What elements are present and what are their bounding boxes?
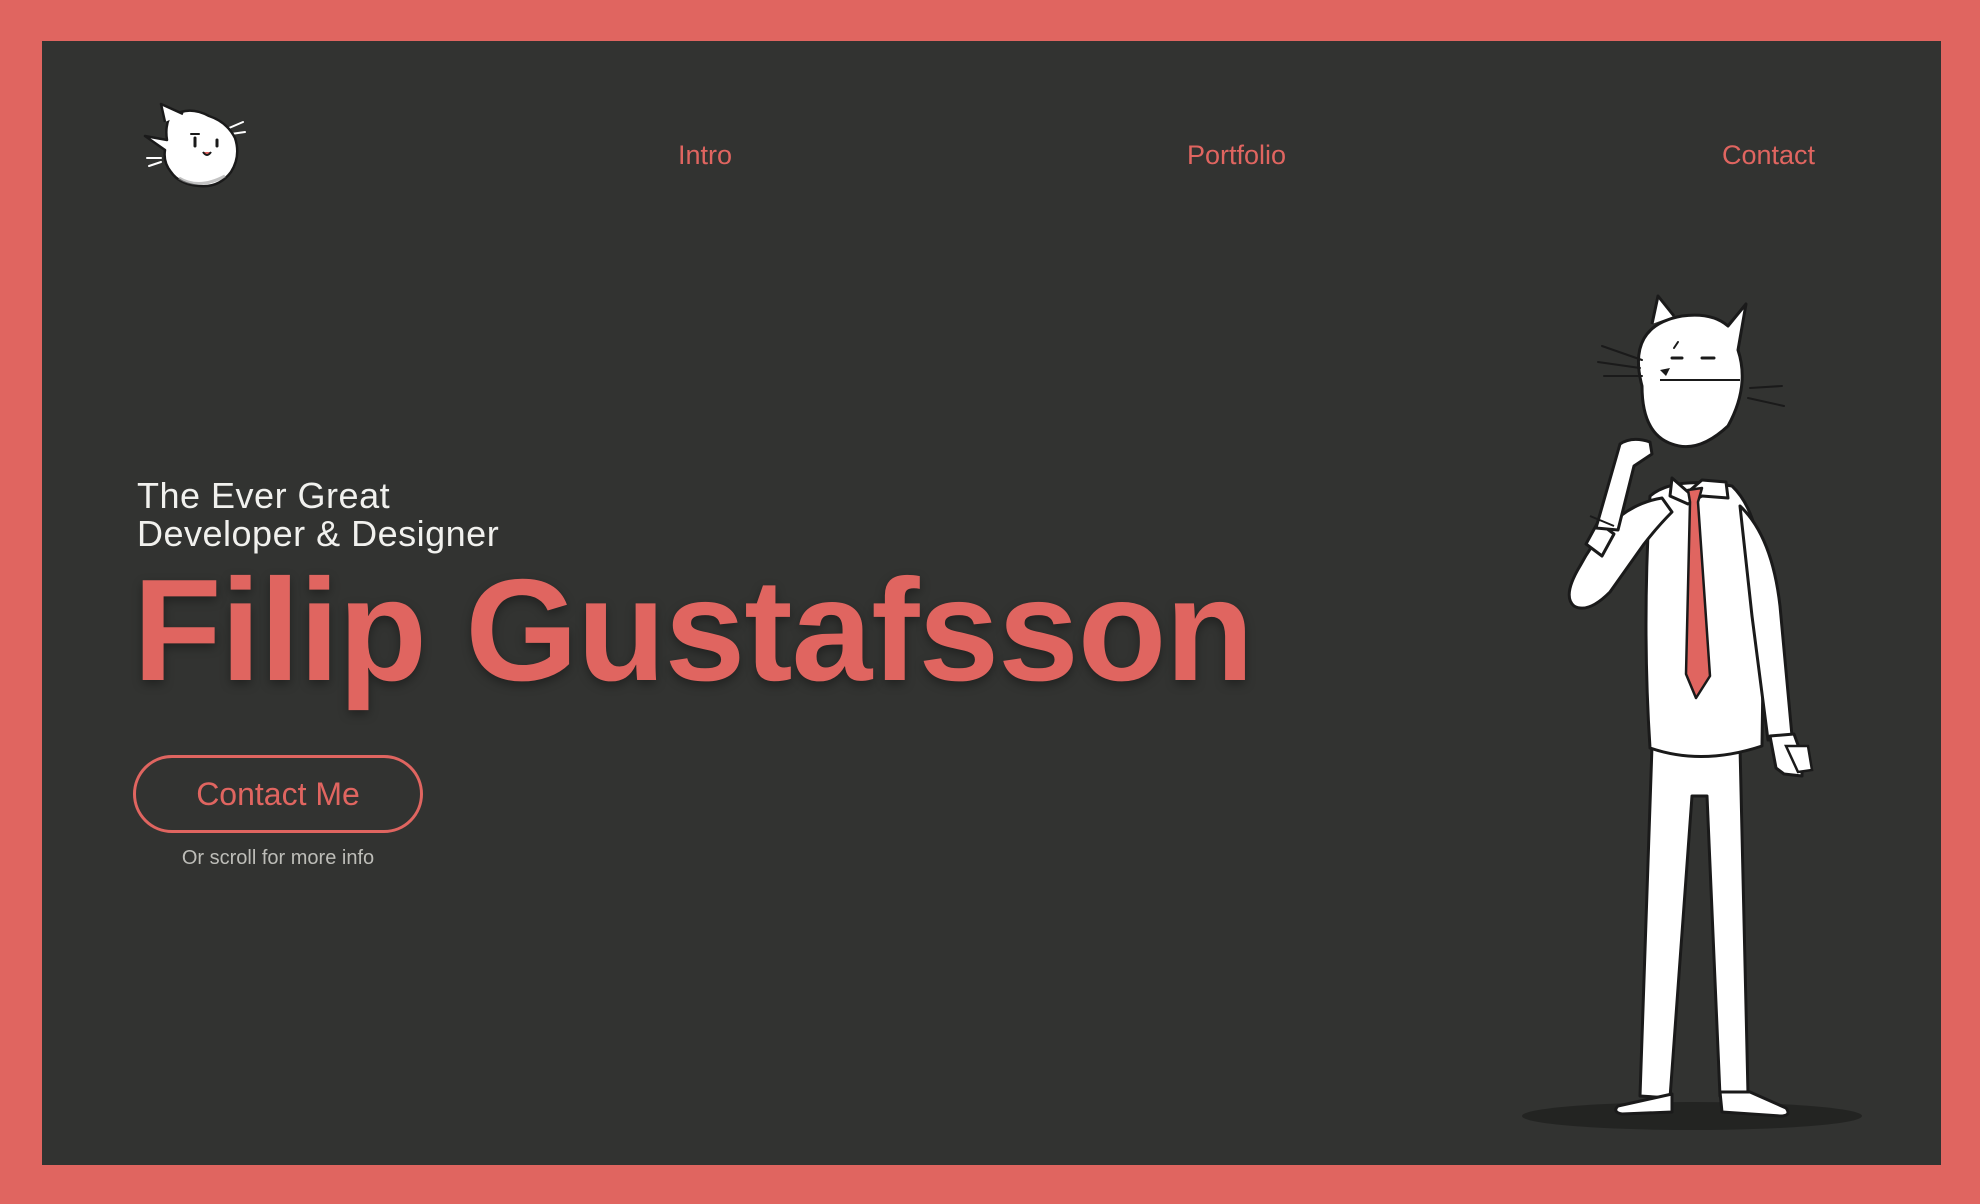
page-frame: Intro Portfolio Contact The Ever Great D… — [42, 41, 1941, 1165]
hero-name-heading: Filip Gustafsson — [133, 549, 1254, 711]
main-nav: Intro Portfolio Contact — [42, 125, 1941, 185]
hero-tagline-line2: Developer & Designer — [137, 513, 500, 554]
nav-link-contact[interactable]: Contact — [1722, 125, 1815, 185]
hero-section: The Ever Great Developer & Designer Fili… — [133, 475, 1254, 706]
scroll-hint: Or scroll for more info — [181, 847, 375, 869]
contact-me-button[interactable]: Contact Me — [133, 755, 423, 833]
nav-link-portfolio[interactable]: Portfolio — [1187, 125, 1286, 185]
cat-character-illustration — [1522, 294, 1862, 1130]
hero-tagline-line1: The Ever Great — [137, 475, 391, 516]
nav-link-intro[interactable]: Intro — [678, 125, 732, 185]
